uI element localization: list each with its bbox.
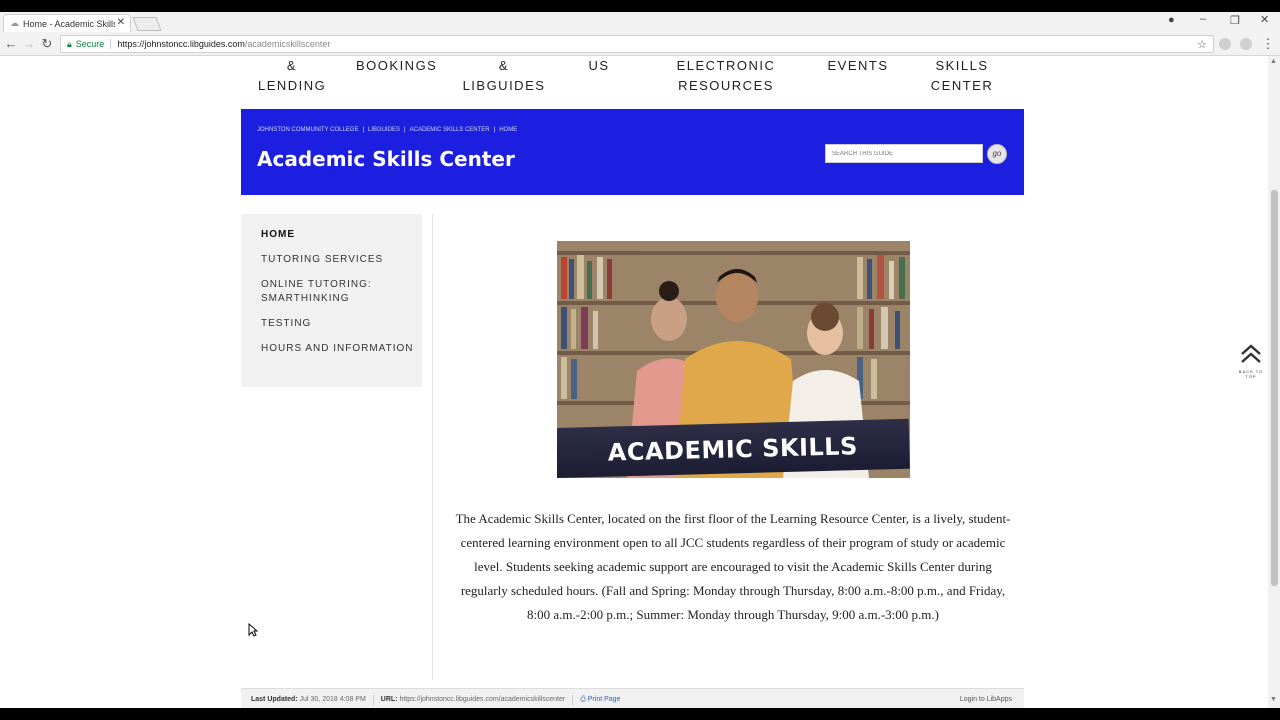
nav-label: & [498, 58, 510, 73]
footer-divider [572, 694, 574, 705]
side-navigation: HOME TUTORING SERVICES ONLINE TUTORING: … [241, 214, 422, 387]
nav-item-us[interactable]: US [584, 56, 614, 76]
reload-icon[interactable]: ↻ [39, 36, 55, 52]
profile-icon[interactable]: ● [1168, 14, 1175, 26]
search-go-button[interactable]: go [987, 144, 1007, 164]
breadcrumb-item[interactable]: Johnston Community College [257, 127, 358, 133]
url-path: /academicskillscenter [244, 39, 331, 49]
nav-label: LIBGUIDES [462, 78, 546, 93]
page-footer: Last Updated: Jul 30, 2018 4:08 PM URL: … [241, 688, 1024, 708]
search-input[interactable] [825, 144, 983, 163]
page-viewport: & LENDING BOOKINGS & LIBGUIDES US ELECTR… [0, 56, 1268, 708]
column-divider [432, 214, 433, 680]
nav-item-electronic-resources[interactable]: ELECTRONIC RESOURCES [674, 56, 778, 96]
breadcrumb-item[interactable]: Academic Skills Center [410, 127, 490, 133]
cloud-favicon-icon: ☁ [10, 18, 19, 28]
nav-item-lending[interactable]: & LENDING [258, 56, 326, 96]
extension-icon[interactable] [1219, 38, 1231, 50]
nav-label: SKILLS [935, 58, 989, 73]
guide-banner: Johnston Community College | LibGuides |… [241, 109, 1024, 195]
breadcrumb-separator: | [362, 127, 365, 133]
last-updated-value: Jul 30, 2018 4:08 PM [299, 696, 366, 703]
extension-icon-2[interactable] [1240, 38, 1252, 50]
url-field[interactable]: 🔒︎ Secure https://johnstoncc.libguides.c… [60, 35, 1214, 53]
screen-bottom-bar [0, 708, 1280, 720]
nav-item-events[interactable]: EVENTS [826, 56, 890, 76]
hero-caption: ACADEMIC SKILLS CENTER [557, 418, 910, 478]
back-to-top-label: BACK TO TOP [1238, 369, 1264, 379]
menu-icon[interactable]: ⋮ [1260, 36, 1276, 52]
new-tab-button[interactable] [132, 17, 162, 31]
sidebar-item-home[interactable]: HOME [261, 228, 422, 242]
address-bar-row: ← → ↻ 🔒︎ Secure https://johnstoncc.libgu… [0, 32, 1280, 56]
nav-item-skills-center[interactable]: SKILLS CENTER [930, 56, 994, 96]
breadcrumb-separator: | [404, 127, 406, 133]
url-host: https://johnstoncc.libguides.com [117, 39, 245, 49]
tab-title: Home - Academic Skills C [23, 18, 115, 29]
lock-icon: 🔒︎ [67, 38, 72, 49]
hero-image: ACADEMIC SKILLS CENTER [557, 241, 910, 478]
browser-window: ☁ Home - Academic Skills C ✕ ● – ❐ ✕ ← →… [0, 0, 1280, 720]
screen-top-bar [0, 0, 1280, 12]
nav-label: CENTER [930, 78, 994, 93]
close-window-icon[interactable]: ✕ [1260, 13, 1269, 26]
breadcrumb-item[interactable]: Home [499, 127, 517, 133]
nav-label: & [286, 58, 298, 73]
breadcrumb-separator: | [493, 127, 496, 133]
double-chevron-up-icon [1241, 344, 1261, 363]
scroll-up-icon[interactable]: ▲ [1270, 58, 1277, 65]
nav-label: EVENTS [827, 58, 889, 73]
footer-divider [372, 694, 374, 705]
back-arrow-icon[interactable]: ← [3, 36, 19, 51]
nav-label: RESOURCES [678, 78, 774, 93]
secure-label: Secure [76, 39, 112, 49]
forward-arrow-icon[interactable]: → [21, 36, 37, 51]
nav-label: US [588, 58, 610, 73]
sidebar-item-online-tutoring[interactable]: ONLINE TUTORING: SMARTHINKING [261, 278, 422, 306]
login-link[interactable]: Login to LibApps [960, 696, 1012, 703]
nav-label: BOOKINGS [356, 58, 438, 73]
breadcrumb-item[interactable]: LibGuides [368, 127, 400, 133]
breadcrumb: Johnston Community College | LibGuides |… [257, 127, 517, 133]
sidebar-item-testing[interactable]: TESTING [261, 317, 422, 331]
url-label: URL: [380, 696, 398, 703]
url-value: https://johnstoncc.libguides.com/academi… [399, 696, 566, 703]
tab-strip: ☁ Home - Academic Skills C ✕ ● – ❐ ✕ [0, 12, 1280, 32]
scroll-down-icon[interactable]: ▼ [1270, 696, 1277, 703]
nav-label: ELECTRONIC [676, 58, 776, 73]
scrollbar-thumb[interactable] [1271, 190, 1278, 586]
mouse-cursor-icon [248, 623, 258, 637]
sidebar-item-tutoring-services[interactable]: TUTORING SERVICES [261, 253, 422, 267]
vertical-scrollbar[interactable]: ▲ ▼ [1268, 56, 1280, 708]
page-title: Academic Skills Center [257, 147, 515, 171]
back-to-top-button[interactable]: BACK TO TOP [1238, 344, 1264, 384]
nav-item-bookings[interactable]: BOOKINGS [356, 56, 436, 76]
bookmark-star-icon[interactable]: ☆ [1197, 38, 1207, 51]
sidebar-item-hours[interactable]: HOURS AND INFORMATION [261, 342, 422, 356]
print-page-link[interactable]: Print Page [588, 696, 621, 703]
nav-label: LENDING [258, 78, 327, 93]
last-updated-label: Last Updated: [251, 696, 298, 703]
browser-tab[interactable]: ☁ Home - Academic Skills C ✕ [3, 14, 131, 32]
minimize-icon[interactable]: – [1200, 13, 1206, 25]
nav-item-libguides[interactable]: & LIBGUIDES [462, 56, 546, 96]
close-tab-icon[interactable]: ✕ [117, 17, 125, 28]
print-icon[interactable]: ⎙ [580, 696, 586, 704]
restore-icon[interactable]: ❐ [1230, 14, 1240, 27]
intro-paragraph: The Academic Skills Center, located on t… [455, 511, 1011, 622]
